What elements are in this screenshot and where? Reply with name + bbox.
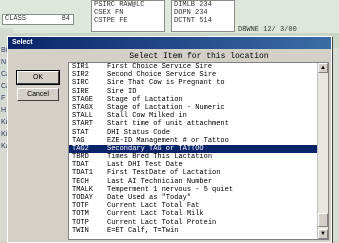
list-item[interactable]: STAGX Stage of Lactation - Numeric — [69, 104, 319, 112]
list-item-description: Second Choice Service Sire — [107, 71, 217, 80]
list-item[interactable]: TOTP Current Lact Total Protein — [69, 219, 319, 227]
field-row: CSEX FN — [94, 9, 124, 17]
list-item-code: TOTM — [72, 210, 89, 219]
list-item-description: Last AI Technician Number — [107, 177, 213, 186]
date-field-text: DBWNE 12/ 3/00 — [238, 26, 297, 34]
list-item-code: TODAY — [72, 194, 94, 202]
list-item-code: TAG — [72, 136, 85, 145]
list-item-code: TOTP — [72, 218, 89, 227]
list-item-code: TMALK — [72, 185, 94, 194]
item-listbox[interactable]: SIR1 First Choice Service Sire SIR2 Second … — [68, 62, 329, 240]
list-item-description: Current Lact Total Fat — [107, 202, 200, 211]
list-item[interactable]: TDAT Last DHI Test Date — [69, 161, 319, 169]
list-item-description: Current Lact Total Protein — [107, 218, 217, 227]
list-item-code: TOTF — [72, 202, 89, 211]
vertical-scrollbar[interactable]: ▲ ▼ — [317, 63, 328, 239]
item-list: SIR1 First Choice Service Sire SIR2 Second … — [69, 63, 319, 235]
list-item-code: STAT — [72, 128, 89, 137]
list-item-selected[interactable]: TAG2 Secondary TAG or TATTOO — [69, 144, 319, 154]
list-item[interactable]: TECH Last AI Technician Number — [69, 178, 319, 186]
field-row: PSIRC RAW@LC — [94, 1, 145, 9]
dialog-heading: Select Item for this location — [129, 52, 269, 61]
list-item-code: TECH — [72, 177, 89, 186]
list-item-description: Current Lact Total Milk — [107, 210, 204, 219]
list-item-code: SIRE — [72, 87, 89, 96]
list-item-description: Times Bred This Lactation — [107, 153, 213, 162]
list-item[interactable]: TBRD Times Bred This Lactation — [69, 153, 319, 161]
list-item-description: Sire ID — [107, 87, 137, 96]
list-item-description: EZE-ID Management # or Tattoo — [107, 136, 229, 145]
list-item-description: Last DHI Test Date — [107, 161, 183, 170]
list-item-description: Date Used as "Today" — [107, 194, 192, 202]
list-item-description: Secondary TAG or TATTOO — [107, 144, 204, 153]
list-item-description: E=ET Calf, T=Twin — [107, 226, 179, 235]
list-item[interactable]: TODAY Date Used as "Today" — [69, 194, 319, 202]
list-item[interactable]: STAT DHI Status Code — [69, 129, 319, 137]
class-field-value: 84 — [61, 15, 70, 23]
class-field[interactable]: CLASS 84 — [2, 14, 74, 25]
list-item[interactable]: STALL Stall Cow Milked in — [69, 112, 319, 120]
list-item-code: TBRD — [72, 153, 89, 162]
list-item-code: STAGX — [72, 103, 94, 112]
list-item-description: DHI Status Code — [107, 128, 171, 137]
list-item-code: TDAT1 — [72, 169, 94, 178]
list-item-code: STALL — [72, 112, 94, 121]
field-row: DIMLB 234 — [174, 1, 212, 9]
list-item[interactable]: SIR2 Second Choice Service Sire — [69, 71, 319, 79]
field-box-a[interactable]: PSIRC RAW@LC CSEX FN CSTPE FE — [91, 0, 165, 32]
list-item-description: Stall Cow Milked in — [107, 112, 187, 121]
list-item-code: TWIN — [72, 226, 89, 235]
list-item-description: Stage of Lactation — [107, 95, 183, 104]
ok-button[interactable]: OK — [16, 70, 60, 85]
list-item-code: TAG2 — [72, 144, 89, 153]
list-item[interactable]: STAGE Stage of Lactation — [69, 96, 319, 104]
cancel-button[interactable]: Cancel — [17, 88, 59, 101]
list-item-description: First TestDate of Lactation — [107, 169, 221, 178]
field-box-b[interactable]: DIMLB 234 DOPN 234 DCTNT 514 — [171, 0, 235, 32]
select-dialog: Select Select Item for this location OK … — [7, 36, 332, 243]
list-item-code: STAGE — [72, 95, 94, 104]
list-item[interactable]: TOTM Current Lact Total Milk — [69, 210, 319, 218]
class-field-label: CLASS — [5, 15, 27, 23]
list-item[interactable]: START Start time of unit attachment — [69, 120, 319, 128]
list-item-code: TDAT — [72, 161, 89, 170]
list-item-description: Sire That Cow is Pregnant to — [107, 79, 225, 88]
list-item[interactable]: TMALK Temperment 1 nervous - 5 quiet — [69, 186, 319, 194]
scroll-up-button[interactable]: ▲ — [318, 63, 328, 73]
list-item-description: Temperment 1 nervous - 5 quiet — [107, 185, 234, 194]
list-item[interactable]: TDAT1 First TestDate of Lactation — [69, 169, 319, 177]
field-row: CSTPE FE — [94, 17, 128, 25]
list-item[interactable]: TWIN E=ET Calf, T=Twin — [69, 227, 319, 235]
field-row: DCTNT 514 — [174, 17, 212, 25]
list-item[interactable]: TOTF Current Lact Total Fat — [69, 202, 319, 210]
list-item[interactable]: SIR1 First Choice Service Sire — [69, 63, 319, 71]
list-item-code: SIRC — [72, 79, 89, 88]
list-item-code: SIR1 — [72, 63, 89, 71]
list-item-code: SIR2 — [72, 71, 89, 80]
scroll-thumb[interactable] — [318, 213, 328, 227]
dialog-title: Select — [12, 39, 33, 46]
list-item-description: Stage of Lactation - Numeric — [107, 103, 225, 112]
dialog-titlebar[interactable]: Select — [8, 37, 331, 49]
list-item[interactable]: SIRC Sire That Cow is Pregnant to — [69, 79, 319, 87]
list-item[interactable]: SIRE Sire ID — [69, 88, 319, 96]
list-item-description: First Choice Service Sire — [107, 63, 213, 71]
list-item-description: Start time of unit attachment — [107, 120, 229, 129]
list-item[interactable]: TAG EZE-ID Management # or Tattoo — [69, 137, 319, 145]
scroll-down-button[interactable]: ▼ — [318, 229, 328, 239]
list-item-code: START — [72, 120, 94, 129]
date-field: DBWNE 12/ 3/00 — [236, 26, 326, 35]
field-row: DOPN 234 — [174, 9, 208, 17]
